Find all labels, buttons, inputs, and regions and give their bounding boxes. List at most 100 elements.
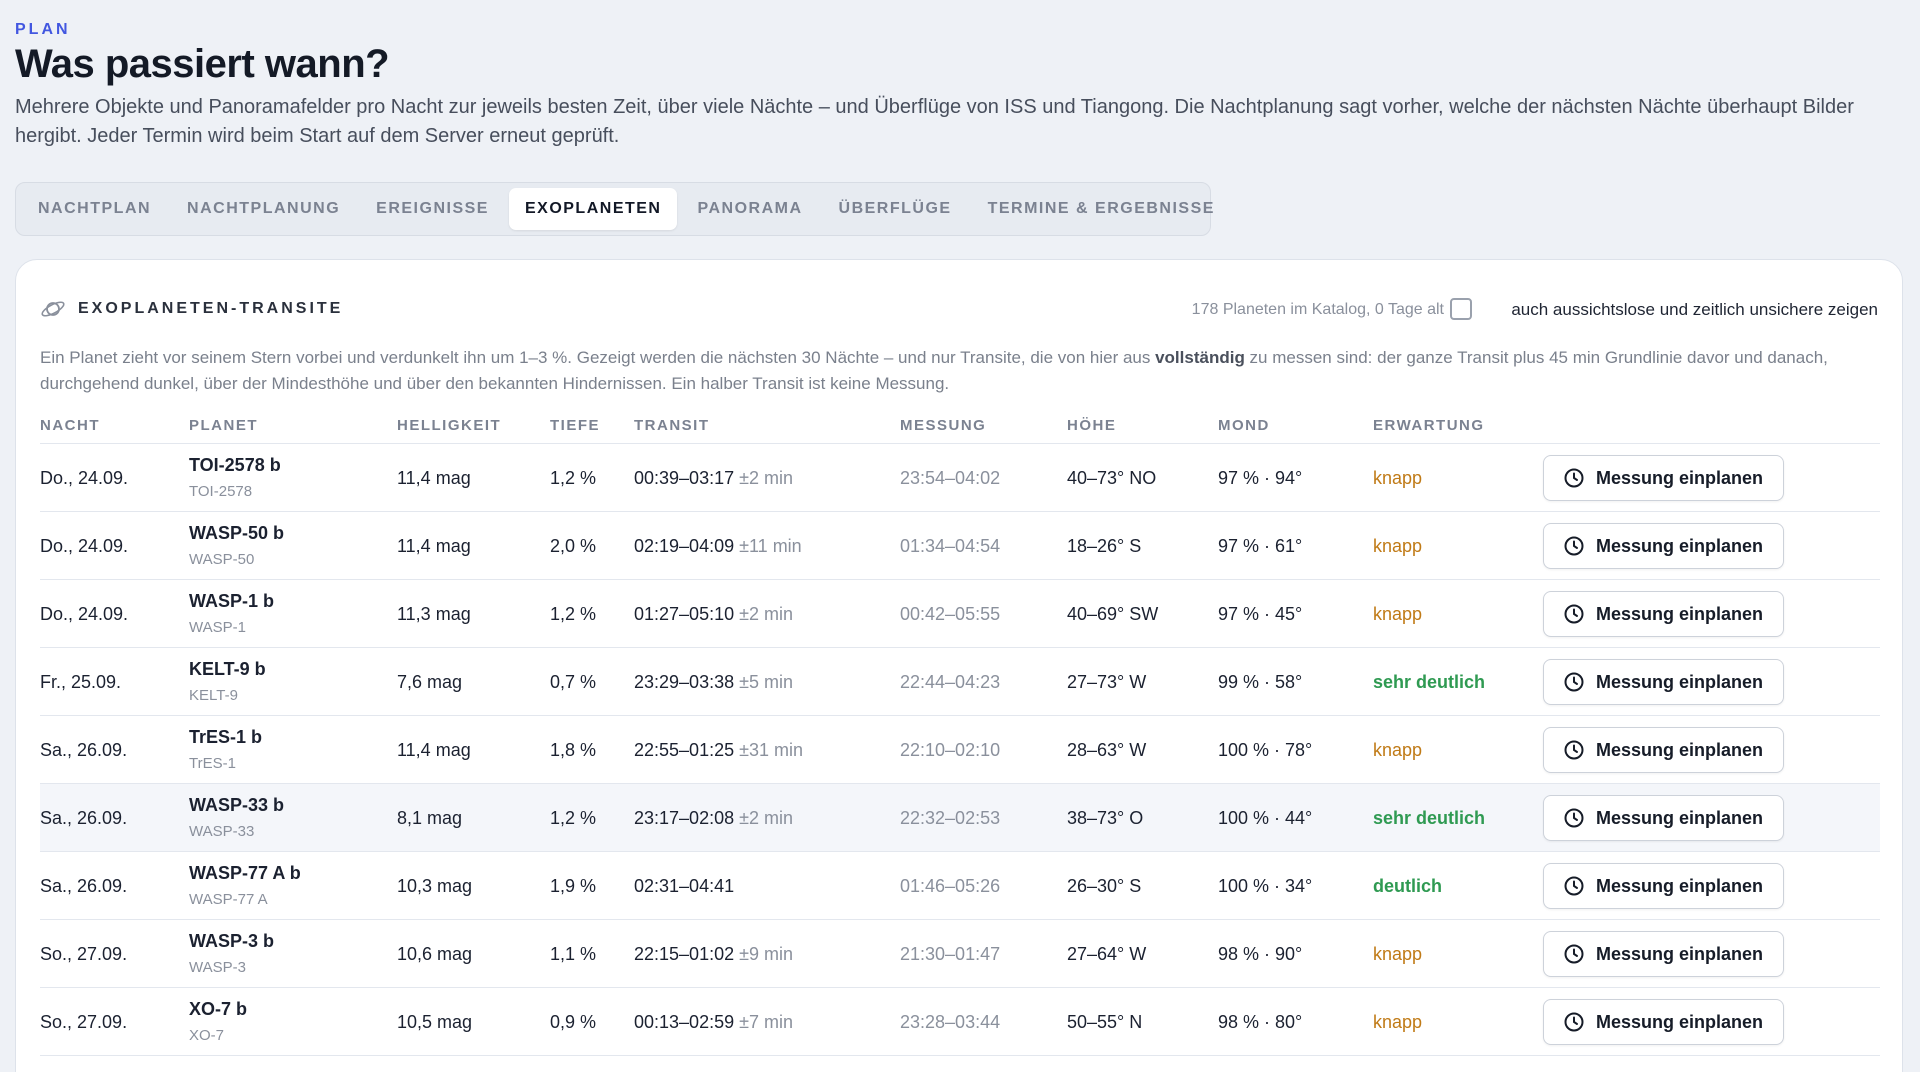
catalog-info: 178 Planeten im Katalog, 0 Tage alt (1191, 301, 1444, 318)
cell-transit: 02:19–04:09 ±11 min (634, 536, 802, 557)
schedule-measurement-button[interactable]: Messung einplanen (1543, 591, 1784, 637)
cell-brightness: 10,6 mag (397, 944, 473, 964)
tab-panorama[interactable]: PANORAMA (681, 188, 818, 230)
table-row: Do., 24.09. WASP-1 b WASP-1 11,3 mag 1,2… (40, 580, 1880, 648)
cell-expectation: knapp (1373, 468, 1423, 488)
cell-measurement: 01:34–04:54 (900, 536, 1001, 556)
col-altitude: HÖHE (1067, 417, 1117, 434)
col-planet: PLANET (189, 417, 258, 434)
cell-altitude: 27–73° W (1067, 672, 1147, 692)
cell-brightness: 10,5 mag (397, 1012, 473, 1032)
schedule-measurement-button[interactable]: Messung einplanen (1543, 795, 1784, 841)
schedule-measurement-button[interactable]: Messung einplanen (1543, 931, 1784, 977)
table-row: Sa., 26.09. WASP-33 b WASP-33 8,1 mag 1,… (40, 784, 1880, 852)
cell-moon: 100 % · 78° (1218, 740, 1313, 760)
clock-icon (1564, 536, 1584, 556)
cell-moon: 98 % · 80° (1218, 1012, 1303, 1032)
tab-ereignisse[interactable]: EREIGNISSE (360, 188, 505, 230)
cell-planet-name: KELT-9 b (189, 659, 266, 679)
cell-altitude: 18–26° S (1067, 536, 1142, 556)
cell-planet-name: WASP-50 b (189, 523, 285, 543)
transit-window: 02:31–04:41 (634, 876, 735, 896)
tab-termine-ergebnisse[interactable]: TERMINE & ERGEBNISSE (972, 188, 1231, 230)
cell-star-name: WASP-33 (189, 823, 255, 840)
tab-nachtplanung[interactable]: NACHTPLANUNG (171, 188, 356, 230)
card-title: EXOPLANETEN-TRANSITE (78, 300, 344, 317)
cell-brightness: 11,3 mag (397, 604, 471, 624)
cell-expectation: knapp (1373, 740, 1423, 760)
cell-planet-name: XO-7 b (189, 999, 248, 1019)
cell-measurement: 22:44–04:23 (900, 672, 1001, 692)
cell-night: Do., 24.09. (40, 536, 129, 556)
cell-night: Sa., 26.09. (40, 876, 128, 896)
cell-transit: 23:29–03:38 ±5 min (634, 672, 793, 693)
tab-nachtplan[interactable]: NACHTPLAN (22, 188, 167, 230)
cell-transit: 01:27–05:10 ±2 min (634, 604, 793, 625)
page-title: Was passiert wann? (15, 42, 390, 86)
table-row: So., 27.09. WASP-3 b WASP-3 10,6 mag 1,1… (40, 920, 1880, 988)
cell-planet-name: TrES-1 b (189, 727, 263, 747)
cell-expectation: knapp (1373, 536, 1423, 556)
page-eyebrow: PLAN (15, 21, 71, 38)
cell-planet-name: TOI-2578 b (189, 455, 281, 475)
schedule-measurement-button[interactable]: Messung einplanen (1543, 659, 1784, 705)
schedule-measurement-label: Messung einplanen (1596, 943, 1764, 964)
transit-uncertainty: ±2 min (739, 604, 794, 624)
transit-uncertainty: ±2 min (739, 808, 794, 828)
cell-transit: 02:31–04:41 (634, 876, 734, 897)
col-depth: TIEFE (550, 417, 601, 434)
cell-depth: 1,2 % (550, 808, 597, 828)
show-unlikely-label[interactable]: auch aussichtslose und zeitlich unsicher… (1511, 300, 1878, 320)
cell-depth: 1,2 % (550, 468, 597, 488)
cell-expectation: knapp (1373, 1012, 1423, 1032)
cell-brightness: 11,4 mag (397, 536, 471, 556)
schedule-measurement-button[interactable]: Messung einplanen (1543, 863, 1784, 909)
transit-window: 23:29–03:38 (634, 672, 735, 692)
cell-star-name: TOI-2578 (189, 483, 253, 500)
schedule-measurement-label: Messung einplanen (1596, 467, 1764, 488)
transit-uncertainty: ±31 min (739, 740, 804, 760)
transit-uncertainty: ±11 min (739, 536, 802, 556)
cell-depth: 1,1 % (550, 944, 597, 964)
schedule-measurement-button[interactable]: Messung einplanen (1543, 727, 1784, 773)
clock-icon (1564, 672, 1584, 692)
cell-moon: 100 % · 44° (1218, 808, 1313, 828)
transit-uncertainty: ±5 min (739, 672, 794, 692)
cell-night: Sa., 26.09. (40, 740, 128, 760)
card-header: EXOPLANETEN-TRANSITE 178 Planeten im Kat… (40, 294, 1878, 324)
cell-altitude: 27–64° W (1067, 944, 1147, 964)
cell-night: Do., 24.09. (40, 604, 129, 624)
cell-altitude: 50–55° N (1067, 1012, 1143, 1032)
table-row: Fr., 25.09. KELT-9 b KELT-9 7,6 mag 0,7 … (40, 648, 1880, 716)
transit-window: 23:17–02:08 (634, 808, 735, 828)
schedule-measurement-button[interactable]: Messung einplanen (1543, 455, 1784, 501)
clock-icon (1564, 604, 1584, 624)
cell-moon: 97 % · 45° (1218, 604, 1303, 624)
table-row: Sa., 26.09. WASP-77 A b WASP-77 A 10,3 m… (40, 852, 1880, 920)
tab-bar: NACHTPLAN NACHTPLANUNG EREIGNISSE EXOPLA… (15, 182, 1213, 236)
cell-planet-name: WASP-1 b (189, 591, 275, 611)
cell-star-name: WASP-1 (189, 619, 246, 636)
schedule-measurement-button[interactable]: Messung einplanen (1543, 523, 1784, 569)
planet-icon (41, 301, 65, 317)
cell-night: So., 27.09. (40, 944, 128, 964)
transit-window: 01:27–05:10 (634, 604, 735, 624)
cell-night: Fr., 25.09. (40, 672, 122, 692)
transit-window: 00:13–02:59 (634, 1012, 735, 1032)
transit-window: 02:19–04:09 (634, 536, 735, 556)
tab-exoplaneten[interactable]: EXOPLANETEN (508, 188, 678, 230)
transit-uncertainty: ±9 min (739, 944, 794, 964)
transit-uncertainty: ±7 min (739, 1012, 794, 1032)
cell-night: Sa., 26.09. (40, 808, 128, 828)
col-night: NACHT (40, 417, 100, 434)
col-measurement: MESSUNG (900, 417, 987, 434)
clock-icon (1564, 740, 1584, 760)
schedule-measurement-button[interactable]: Messung einplanen (1543, 999, 1784, 1045)
schedule-measurement-label: Messung einplanen (1596, 1011, 1764, 1032)
show-unlikely-checkbox[interactable] (1450, 298, 1472, 320)
clock-icon (1564, 808, 1584, 828)
schedule-measurement-label: Messung einplanen (1596, 807, 1764, 828)
cell-altitude: 40–73° NO (1067, 468, 1157, 488)
tab-ueberfluege[interactable]: ÜBERFLÜGE (823, 188, 968, 230)
cell-altitude: 28–63° W (1067, 740, 1147, 760)
